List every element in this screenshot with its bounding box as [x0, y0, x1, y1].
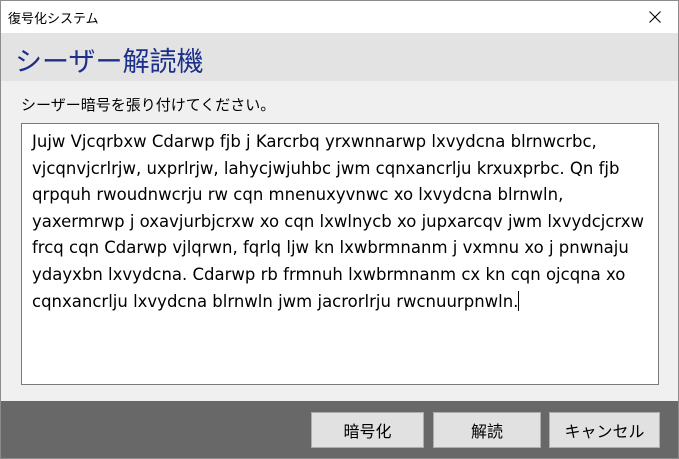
header-banner: シーザー解読機	[1, 33, 678, 81]
window-title: 復号化システム	[8, 12, 99, 27]
close-button[interactable]	[632, 1, 678, 33]
close-icon	[649, 11, 661, 23]
text-caret	[518, 290, 520, 311]
page-title: シーザー解読機	[15, 47, 204, 78]
button-bar: 暗号化 解読 キャンセル	[1, 401, 678, 458]
encrypt-button[interactable]: 暗号化	[311, 412, 424, 448]
instruction-label: シーザー暗号を張り付けてください。	[21, 96, 276, 114]
main-content: シーザー暗号を張り付けてください。 Jujw Vjcqrbxw Cdarwp f…	[1, 81, 678, 401]
cancel-button[interactable]: キャンセル	[549, 412, 660, 448]
title-bar[interactable]: 復号化システム	[1, 1, 678, 33]
cipher-text-area[interactable]: Jujw Vjcqrbxw Cdarwp fjb j Karcrbq yrxwn…	[21, 123, 659, 385]
decrypt-button[interactable]: 解読	[433, 412, 541, 448]
cipher-text-value: Jujw Vjcqrbxw Cdarwp fjb j Karcrbq yrxwn…	[32, 132, 650, 311]
dialog-window: 復号化システム シーザー解読機 シーザー暗号を張り付けてください。 Jujw V…	[0, 0, 679, 459]
